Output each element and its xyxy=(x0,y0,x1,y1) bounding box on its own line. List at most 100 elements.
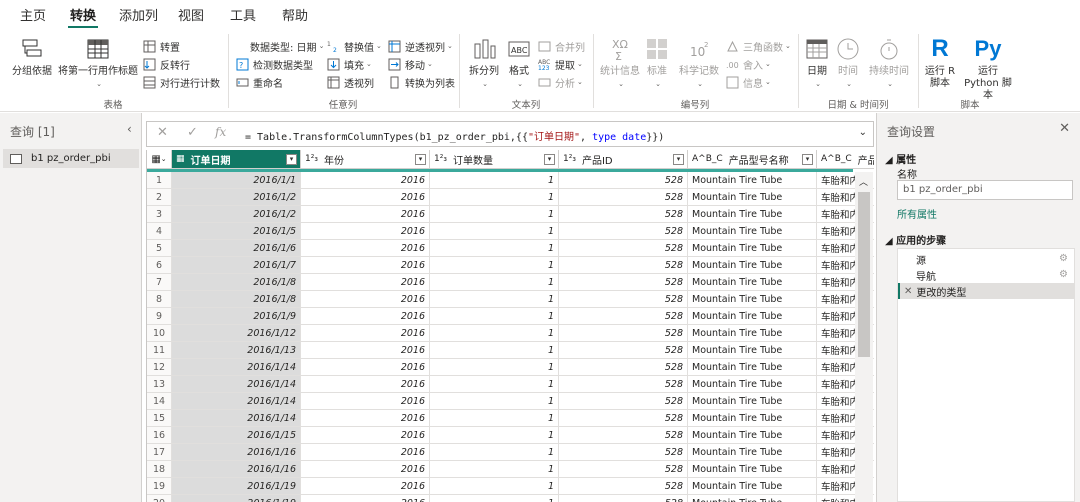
format-button[interactable]: ABC 格式 ⌄ xyxy=(503,36,535,90)
filter-dropdown-icon[interactable]: ▾ xyxy=(286,154,297,165)
table-cell[interactable]: 528 xyxy=(559,410,688,427)
table-cell[interactable]: 2016/1/14 xyxy=(172,393,301,410)
table-cell[interactable]: 2016/1/19 xyxy=(172,478,301,495)
table-cell[interactable]: Mountain Tire Tube xyxy=(688,410,817,427)
table-cell[interactable]: 528 xyxy=(559,172,688,189)
filter-dropdown-icon[interactable]: ▾ xyxy=(802,154,813,165)
expand-chevron-icon[interactable]: ⌄ xyxy=(859,127,867,138)
table-cell[interactable]: 2016/1/7 xyxy=(172,257,301,274)
table-cell[interactable]: 1 xyxy=(430,274,559,291)
table-cell[interactable]: 2016/1/1 xyxy=(172,172,301,189)
table-cell[interactable]: 528 xyxy=(559,240,688,257)
scrollbar-thumb[interactable] xyxy=(858,192,870,357)
first-row-header-button[interactable]: 将第一行用作标题 ⌄ xyxy=(58,36,138,90)
table-cell[interactable]: Mountain Tire Tube xyxy=(688,308,817,325)
cancel-icon[interactable]: ✕ xyxy=(157,125,168,140)
column-header[interactable]: A^B_C 产品型号名称 ▾ xyxy=(688,150,817,169)
pivot-column-button[interactable]: 透视列 xyxy=(327,74,374,90)
table-cell[interactable]: 528 xyxy=(559,359,688,376)
standard-button[interactable]: 标准 ⌄ xyxy=(643,36,671,90)
table-cell[interactable]: 2016/1/14 xyxy=(172,376,301,393)
gear-icon[interactable]: ⚙ xyxy=(1059,269,1068,280)
column-header[interactable]: ▦ 订单日期 ▾ xyxy=(172,150,301,169)
table-cell[interactable]: 2016 xyxy=(301,427,430,444)
table-cell[interactable]: 2016 xyxy=(301,410,430,427)
data-type-dropdown[interactable]: 数据类型: 日期 ⌄ xyxy=(250,38,324,54)
replace-values-dropdown[interactable]: 1 2 替换值 ⌄ xyxy=(327,38,382,54)
step-navigation[interactable]: 导航 ⚙ xyxy=(898,267,1074,283)
vertical-scrollbar[interactable]: ︿ xyxy=(855,172,873,502)
table-cell[interactable]: 2016/1/12 xyxy=(172,325,301,342)
collapse-chevron-icon[interactable]: ‹ xyxy=(127,122,132,136)
table-cell[interactable]: Mountain Tire Tube xyxy=(688,240,817,257)
table-cell[interactable]: Mountain Tire Tube xyxy=(688,257,817,274)
delete-step-icon[interactable]: ✕ xyxy=(904,286,912,297)
table-cell[interactable]: Mountain Tire Tube xyxy=(688,223,817,240)
table-cell[interactable]: 1 xyxy=(430,223,559,240)
table-cell[interactable]: Mountain Tire Tube xyxy=(688,325,817,342)
table-cell[interactable]: Mountain Tire Tube xyxy=(688,172,817,189)
table-cell[interactable]: 528 xyxy=(559,478,688,495)
table-cell[interactable]: Mountain Tire Tube xyxy=(688,461,817,478)
reverse-rows-button[interactable]: 反转行 xyxy=(143,56,190,72)
table-cell[interactable]: 1 xyxy=(430,427,559,444)
rename-button[interactable]: 重命名 xyxy=(236,74,283,90)
all-properties-link[interactable]: 所有属性 xyxy=(897,206,937,221)
unpivot-dropdown[interactable]: 逆透视列 ⌄ xyxy=(388,38,453,54)
table-cell[interactable]: 2016/1/16 xyxy=(172,444,301,461)
table-cell[interactable]: 2016/1/14 xyxy=(172,359,301,376)
table-cell[interactable]: 2016 xyxy=(301,223,430,240)
table-cell[interactable]: 2016 xyxy=(301,291,430,308)
duration-button[interactable]: 持续时间 ⌄ xyxy=(866,36,912,90)
table-cell[interactable]: Mountain Tire Tube xyxy=(688,342,817,359)
table-cell[interactable]: 1 xyxy=(430,461,559,478)
table-cell[interactable]: 2016 xyxy=(301,478,430,495)
table-cell[interactable]: 2016 xyxy=(301,342,430,359)
table-cell[interactable]: Mountain Tire Tube xyxy=(688,274,817,291)
fill-dropdown[interactable]: 填充 ⌄ xyxy=(327,56,372,72)
table-cell[interactable]: 528 xyxy=(559,206,688,223)
table-cell[interactable]: 1 xyxy=(430,172,559,189)
table-cell[interactable]: Mountain Tire Tube xyxy=(688,376,817,393)
formula-input[interactable]: = Table.TransformColumnTypes(b1_pz_order… xyxy=(245,128,664,143)
table-cell[interactable]: 528 xyxy=(559,376,688,393)
table-cell[interactable]: 2016 xyxy=(301,308,430,325)
table-menu-icon[interactable]: ▦ ⌄ xyxy=(147,150,172,169)
table-cell[interactable]: 528 xyxy=(559,342,688,359)
column-header[interactable]: 1²₃ 订单数量 ▾ xyxy=(430,150,559,169)
date-button[interactable]: 日期 ⌄ xyxy=(803,36,831,90)
tab-tools[interactable]: 工具 xyxy=(230,5,256,24)
step-source[interactable]: 源 ⚙ xyxy=(898,251,1074,267)
table-cell[interactable]: Mountain Tire Tube xyxy=(688,478,817,495)
table-cell[interactable]: 2016 xyxy=(301,393,430,410)
detect-type-button[interactable]: ? 检测数据类型 xyxy=(236,56,313,72)
table-cell[interactable]: 528 xyxy=(559,291,688,308)
table-cell[interactable]: 2016/1/2 xyxy=(172,189,301,206)
table-cell[interactable]: Mountain Tire Tube xyxy=(688,189,817,206)
trig-dropdown[interactable]: 三角函数 ⌄ xyxy=(726,38,791,54)
filter-dropdown-icon[interactable]: ▾ xyxy=(673,154,684,165)
table-cell[interactable]: 2016 xyxy=(301,376,430,393)
table-cell[interactable]: 2016 xyxy=(301,274,430,291)
table-cell[interactable]: 1 xyxy=(430,240,559,257)
table-cell[interactable]: 2016/1/16 xyxy=(172,461,301,478)
table-cell[interactable]: 1 xyxy=(430,393,559,410)
table-cell[interactable]: 2016/1/19 xyxy=(172,495,301,502)
table-cell[interactable]: 1 xyxy=(430,291,559,308)
table-cell[interactable]: 2016 xyxy=(301,206,430,223)
table-cell[interactable]: 1 xyxy=(430,342,559,359)
table-cell[interactable]: 2016/1/9 xyxy=(172,308,301,325)
close-icon[interactable]: ✕ xyxy=(1059,121,1070,136)
scroll-up-icon[interactable]: ︿ xyxy=(859,175,868,188)
table-cell[interactable]: Mountain Tire Tube xyxy=(688,393,817,410)
table-cell[interactable]: 1 xyxy=(430,410,559,427)
fx-icon[interactable]: fx xyxy=(215,125,226,139)
table-cell[interactable]: 2016/1/8 xyxy=(172,274,301,291)
extract-dropdown[interactable]: ABC 123 提取 ⌄ xyxy=(538,56,583,72)
tab-help[interactable]: 帮助 xyxy=(282,5,308,24)
table-cell[interactable]: 2016/1/2 xyxy=(172,206,301,223)
count-rows-button[interactable]: 对行进行计数 xyxy=(143,74,220,90)
table-cell[interactable]: 2016 xyxy=(301,257,430,274)
table-cell[interactable]: 2016 xyxy=(301,495,430,502)
table-cell[interactable]: 1 xyxy=(430,478,559,495)
